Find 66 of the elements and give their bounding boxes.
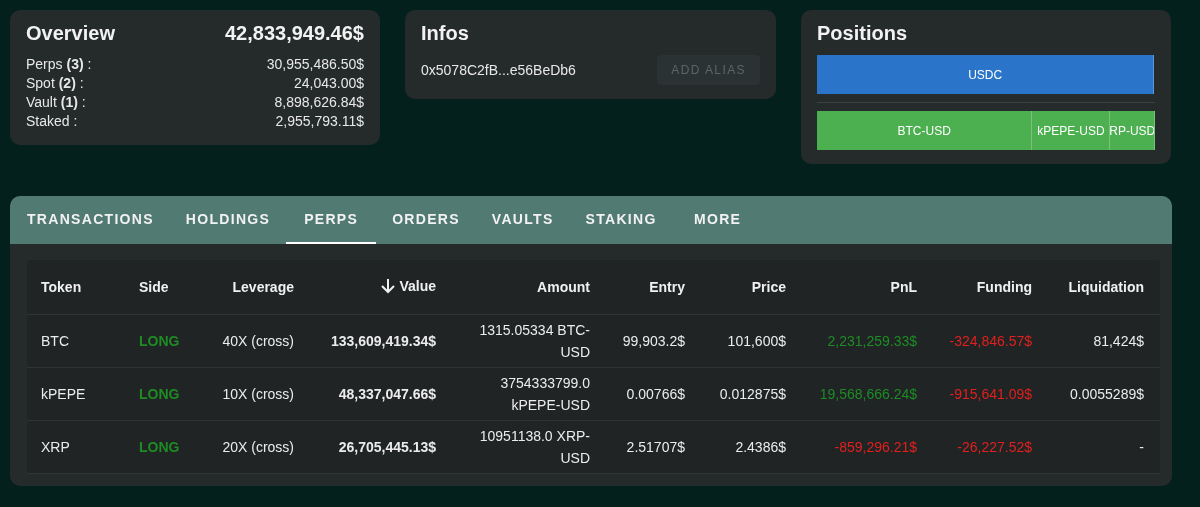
overview-value: 2,955,793.11$ bbox=[275, 112, 364, 131]
positions-title: Positions bbox=[817, 22, 907, 45]
pnl-cell: 2,231,259.33$ bbox=[802, 314, 933, 368]
side-cell: LONG bbox=[125, 367, 200, 421]
liquidation-cell: 0.0055289$ bbox=[1048, 367, 1160, 421]
position-bar-segment: kPEPE-USD bbox=[1032, 111, 1111, 150]
column-header[interactable]: Leverage bbox=[200, 260, 310, 315]
value-cell: 133,609,419.34$ bbox=[310, 314, 452, 368]
overview-label: Vault (1) : bbox=[26, 93, 86, 112]
leverage-cell: 10X (cross) bbox=[200, 367, 310, 421]
overview-label: Staked : bbox=[26, 112, 78, 131]
tab[interactable]: VAULTS bbox=[475, 196, 570, 244]
sort-arrow-icon bbox=[381, 277, 396, 294]
tab[interactable]: PERPS bbox=[286, 196, 377, 244]
column-header[interactable]: Token bbox=[27, 260, 125, 315]
funding-cell: -324,846.57$ bbox=[933, 314, 1048, 368]
tab[interactable]: TRANSACTIONS bbox=[11, 196, 170, 244]
overview-label: Spot (2) : bbox=[26, 74, 84, 93]
column-header[interactable]: Entry bbox=[606, 260, 701, 315]
token-cell: kPEPE bbox=[27, 367, 125, 421]
side-cell: LONG bbox=[125, 420, 200, 474]
overview-value: 30,955,486.50$ bbox=[266, 55, 364, 74]
price-cell: 101,600$ bbox=[701, 314, 802, 368]
tab[interactable]: HOLDINGS bbox=[169, 196, 287, 244]
position-bar-segment: RP-USD bbox=[1110, 111, 1155, 150]
token-cell: XRP bbox=[27, 420, 125, 474]
liquidation-cell: - bbox=[1048, 420, 1160, 474]
side-cell: LONG bbox=[125, 314, 200, 368]
entry-cell: 2.51707$ bbox=[606, 420, 701, 474]
position-bar-segment: USDC bbox=[817, 55, 1155, 94]
funding-cell: -26,227.52$ bbox=[933, 420, 1048, 474]
liquidation-cell: 81,424$ bbox=[1048, 314, 1160, 368]
position-bar-segment: BTC-USD bbox=[817, 111, 1033, 150]
funding-cell: -915,641.09$ bbox=[933, 367, 1048, 421]
amount-cell: 10951138.0 XRP-USD bbox=[452, 420, 606, 474]
entry-cell: 0.00766$ bbox=[606, 367, 701, 421]
price-cell: 2.4386$ bbox=[701, 420, 802, 474]
overview-value: 24,043.00$ bbox=[293, 74, 364, 93]
column-header[interactable]: Side bbox=[125, 260, 200, 315]
value-cell: 26,705,445.13$ bbox=[310, 420, 452, 474]
infos-title: Infos bbox=[421, 22, 469, 45]
column-header[interactable]: PnL bbox=[802, 260, 933, 315]
entry-cell: 99,903.2$ bbox=[606, 314, 701, 368]
leverage-cell: 40X (cross) bbox=[200, 314, 310, 368]
overview-label: Perps (3) : bbox=[26, 55, 92, 74]
tab[interactable]: STAKING bbox=[569, 196, 673, 244]
column-header[interactable]: Price bbox=[701, 260, 802, 315]
price-cell: 0.012875$ bbox=[701, 367, 802, 421]
wallet-address: 0x5078C2fB...e56BeDb6 bbox=[421, 62, 576, 78]
overview-value: 8,898,626.84$ bbox=[274, 93, 364, 112]
tab[interactable]: ORDERS bbox=[376, 196, 476, 244]
pnl-cell: -859,296.21$ bbox=[802, 420, 933, 474]
column-header[interactable]: Value bbox=[310, 260, 452, 315]
tab[interactable]: MORE bbox=[672, 196, 763, 244]
amount-cell: 1315.05334 BTC-USD bbox=[452, 314, 606, 368]
amount-cell: 3754333799.0 kPEPE-USD bbox=[452, 367, 606, 421]
value-cell: 48,337,047.66$ bbox=[310, 367, 452, 421]
column-label: Value bbox=[399, 277, 436, 294]
token-cell: BTC bbox=[27, 314, 125, 368]
leverage-cell: 20X (cross) bbox=[200, 420, 310, 474]
column-header[interactable]: Amount bbox=[452, 260, 606, 315]
overview-total: 42,833,949.46$ bbox=[224, 22, 364, 45]
column-header[interactable]: Liquidation bbox=[1048, 260, 1160, 315]
column-header[interactable]: Funding bbox=[933, 260, 1048, 315]
pnl-cell: 19,568,666.24$ bbox=[802, 367, 933, 421]
overview-title: Overview bbox=[26, 22, 115, 45]
